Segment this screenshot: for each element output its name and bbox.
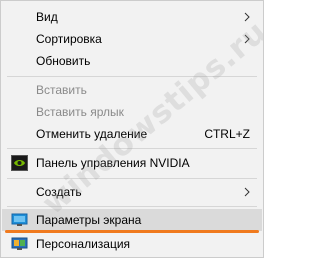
menu-separator xyxy=(7,178,257,179)
display-settings-icon xyxy=(11,213,28,226)
menu-item-nvidia-control-panel[interactable]: Панель управления NVIDIA xyxy=(2,152,262,174)
menu-item-label: Панель управления NVIDIA xyxy=(36,156,190,170)
menu-separator xyxy=(7,76,257,77)
chevron-right-icon xyxy=(244,34,250,44)
menu-item-label: Отменить удаление xyxy=(36,127,148,141)
menu-item-personalization[interactable]: Персонализация xyxy=(2,233,262,255)
menu-item-label: Создать xyxy=(36,185,82,199)
personalization-icon xyxy=(11,237,28,250)
menu-item-refresh[interactable]: Обновить xyxy=(2,50,262,72)
chevron-right-icon xyxy=(244,12,250,22)
desktop-context-menu: Вид Сортировка Обновить Вставить Вставит… xyxy=(0,0,264,258)
menu-separator xyxy=(7,148,257,149)
chevron-right-icon xyxy=(244,187,250,197)
menu-item-label: Вставить xyxy=(36,83,87,97)
menu-item-undo-delete[interactable]: Отменить удаление CTRL+Z xyxy=(2,123,262,145)
menu-item-label: Персонализация xyxy=(36,237,131,251)
menu-item-new[interactable]: Создать xyxy=(2,181,262,203)
menu-item-sort[interactable]: Сортировка xyxy=(2,28,262,50)
menu-item-label: Вид xyxy=(36,10,58,24)
menu-item-label: Сортировка xyxy=(36,32,102,46)
menu-item-paste-shortcut[interactable]: Вставить ярлык xyxy=(2,101,262,123)
menu-item-label: Обновить xyxy=(36,54,91,68)
nvidia-icon xyxy=(11,155,28,171)
menu-separator xyxy=(7,206,257,207)
menu-item-shortcut: CTRL+Z xyxy=(204,127,250,141)
menu-item-label: Вставить ярлык xyxy=(36,105,124,119)
menu-item-paste[interactable]: Вставить xyxy=(2,79,262,101)
menu-item-label: Параметры экрана xyxy=(36,213,142,227)
menu-item-view[interactable]: Вид xyxy=(2,6,262,28)
menu-item-display-settings[interactable]: Параметры экрана xyxy=(2,209,262,231)
